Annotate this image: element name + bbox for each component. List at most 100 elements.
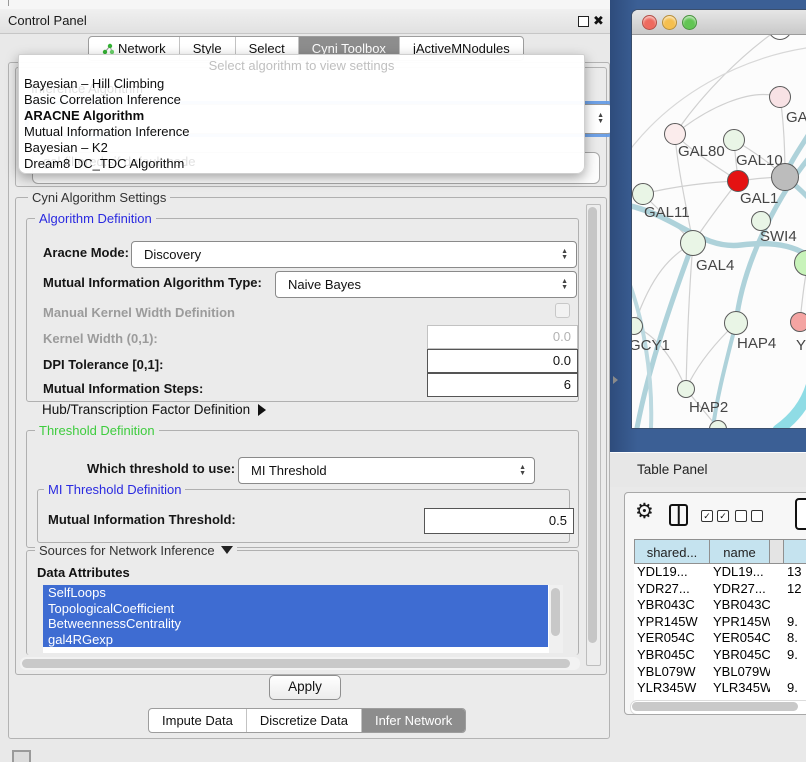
mi-threshold-label: Mutual Information Threshold: (48, 512, 236, 527)
hub-definition-toggle[interactable]: Hub/Transcription Factor Definition (42, 402, 266, 417)
table-row[interactable]: YLR345WYLR345W9. (634, 680, 806, 697)
threshold-definition-group: Threshold Definition Which threshold to … (26, 430, 579, 548)
mi-threshold-group: MI Threshold Definition Mutual Informati… (37, 489, 570, 543)
minimize-traffic-light[interactable] (662, 15, 677, 30)
split-pane-handle-icon[interactable] (613, 376, 618, 384)
popup-item-basic-correlation-inference[interactable]: Basic Correlation Inference (19, 92, 584, 108)
node-gal10[interactable] (723, 129, 745, 151)
node-gal[interactable] (769, 86, 791, 108)
popup-item-bayesian-hill-climbing[interactable]: Bayesian – Hill Climbing (19, 76, 584, 92)
stepper-icon: ▲▼ (519, 465, 526, 477)
zoom-traffic-light[interactable] (682, 15, 697, 30)
table-row[interactable]: YPR145WYPR145W9. (634, 614, 806, 631)
algorithm-definition-group: Algorithm Definition Aracne Mode: Discov… (26, 218, 579, 402)
dpi-tolerance-label: DPI Tolerance [0,1]: (43, 357, 163, 372)
control-panel-titlebar: Control Panel ✖ (0, 9, 612, 34)
table-horizontal-scrollbar[interactable] (630, 700, 806, 715)
which-threshold-combobox[interactable]: MI Threshold ▲▼ (238, 457, 535, 484)
dpi-tolerance-field[interactable]: 0.0 (427, 349, 578, 373)
node-hap2[interactable] (677, 380, 695, 398)
float-window-icon[interactable] (578, 16, 589, 27)
select-all-icon[interactable]: ✓✓ (701, 510, 729, 522)
data-attributes-label: Data Attributes (37, 565, 130, 580)
node-label: GAL4 (696, 257, 734, 274)
tab-impute-data[interactable]: Impute Data (149, 709, 246, 732)
table-row[interactable]: YDR27...YDR27...12 (634, 581, 806, 598)
popup-item-dream8-dc-tdc-algorithm[interactable]: Dream8 DC_TDC Algorithm (19, 156, 584, 172)
popup-item-aracne-algorithm[interactable]: ARACNE Algorithm (19, 108, 584, 124)
node-gal1[interactable] (727, 170, 749, 192)
mi-threshold-field[interactable]: 0.5 (424, 508, 574, 534)
kernel-width-label: Kernel Width (0,1): (43, 331, 158, 346)
column-header-3[interactable] (784, 539, 806, 564)
node-hap4[interactable] (724, 311, 748, 335)
minimized-panel-icon[interactable] (12, 750, 31, 762)
table-row[interactable]: YBL079WYBL079W (634, 664, 806, 681)
cyni-algorithm-settings-group: Cyni Algorithm Settings Algorithm Defini… (15, 197, 607, 675)
manual-kernel-checkbox[interactable] (555, 303, 570, 318)
node-label: GAL11 (644, 204, 690, 221)
manual-kernel-label: Manual Kernel Width Definition (43, 305, 235, 320)
sources-toggle[interactable]: Sources for Network Inference (35, 543, 237, 558)
aracne-mode-combobox[interactable]: Discovery ▲▼ (131, 241, 577, 268)
stepper-icon: ▲▼ (597, 113, 604, 125)
attribute-item-gal4rgexp[interactable]: gal4RGexp (43, 632, 548, 648)
tab-infer-network[interactable]: Infer Network (361, 709, 465, 732)
collapse-down-icon (221, 546, 233, 554)
network-view-window: GALGAL80GAL10GAL1GAL11SWI4GAL4GCY1HAP4YH… (632, 10, 806, 428)
data-attributes-list[interactable]: SelfLoopsTopologicalCoefficientBetweenne… (43, 585, 563, 653)
page-icon[interactable] (795, 498, 806, 530)
network-window-titlebar[interactable] (632, 10, 806, 35)
settings-horizontal-scrollbar[interactable] (20, 657, 580, 670)
popup-item-mutual-information-inference[interactable]: Mutual Information Inference (19, 124, 584, 140)
control-panel-title: Control Panel (8, 9, 87, 33)
table-toolbar: ⚙ ✓✓ (625, 493, 806, 537)
attribute-item-betweennesscentrality[interactable]: BetweennessCentrality (43, 616, 548, 632)
attribute-item-topologicalcoefficient[interactable]: TopologicalCoefficient (43, 601, 548, 617)
table-row[interactable]: YER054CYER054C8. (634, 630, 806, 647)
attributes-scrollbar[interactable] (549, 585, 563, 653)
attribute-table: shared...name YDL19...YDL19...13YDR27...… (634, 539, 806, 713)
algorithm-select-popup: Select algorithm to view settings Bayesi… (18, 54, 585, 174)
column-header-2[interactable] (770, 539, 784, 564)
gear-icon[interactable]: ⚙ (635, 499, 654, 524)
attribute-item-selfloops[interactable]: SelfLoops (43, 585, 548, 601)
network-icon (102, 43, 114, 55)
top-strip (0, 0, 612, 9)
apply-button[interactable]: Apply (269, 675, 341, 700)
node-label: GAL80 (678, 143, 725, 160)
popup-item-bayesian-k2[interactable]: Bayesian – K2 (19, 140, 584, 156)
table-panel: ⚙ ✓✓ shared...name YDL19...YDL19...13YDR… (624, 492, 806, 715)
node-label: GAL (786, 109, 806, 126)
table-panel-title: Table Panel (637, 453, 708, 487)
column-header-shared[interactable]: shared... (634, 539, 710, 564)
which-threshold-label: Which threshold to use: (87, 461, 235, 476)
mi-steps-field[interactable]: 6 (427, 373, 578, 397)
table-row[interactable]: YDL19...YDL19...13 (634, 564, 806, 581)
mi-type-combobox[interactable]: Naive Bayes ▲▼ (275, 271, 577, 298)
group-title: MI Threshold Definition (44, 482, 185, 497)
tab-discretize-data[interactable]: Discretize Data (246, 709, 361, 732)
node-label: Y (796, 337, 806, 354)
kernel-width-field[interactable]: 0.0 (427, 325, 578, 349)
deselect-all-icon[interactable] (735, 510, 763, 522)
table-row[interactable]: YBR045CYBR045C9. (634, 647, 806, 664)
node[interactable] (771, 163, 799, 191)
column-header-name[interactable]: name (710, 539, 770, 564)
popup-placeholder: Select algorithm to view settings (19, 55, 584, 76)
aracne-mode-label: Aracne Mode: (43, 245, 129, 260)
table-row[interactable]: YBR043CYBR043C (634, 597, 806, 614)
columns-icon[interactable] (669, 504, 688, 526)
settings-vertical-scrollbar[interactable] (586, 204, 601, 666)
screen: Control Panel ✖ NetworkStyleSelectCyni T… (0, 0, 806, 762)
mi-steps-label: Mutual Information Steps: (43, 381, 203, 396)
close-traffic-light[interactable] (642, 15, 657, 30)
node-y[interactable] (790, 312, 806, 332)
node-gal4[interactable] (680, 230, 706, 256)
node-gal11[interactable] (632, 183, 654, 205)
stepper-icon: ▲▼ (561, 249, 568, 261)
network-canvas[interactable]: GALGAL80GAL10GAL1GAL11SWI4GAL4GCY1HAP4YH… (632, 35, 806, 428)
close-icon[interactable]: ✖ (593, 13, 604, 29)
node-gal80[interactable] (664, 123, 686, 145)
group-title: Cyni Algorithm Settings (28, 190, 170, 205)
